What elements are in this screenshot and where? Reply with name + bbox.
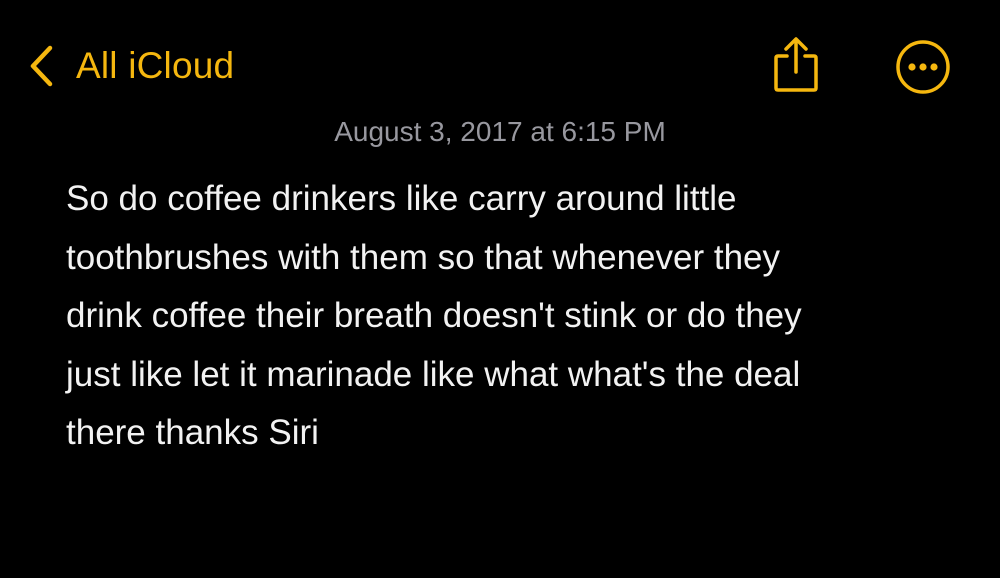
back-button-label: All iCloud bbox=[76, 45, 235, 86]
navigation-bar: All iCloud bbox=[0, 0, 1000, 120]
note-body-text[interactable]: So do coffee drinkers like carry around … bbox=[66, 170, 946, 463]
chevron-left-icon bbox=[30, 45, 53, 87]
share-icon bbox=[774, 37, 818, 92]
more-options-button[interactable] bbox=[894, 38, 952, 96]
back-button[interactable]: All iCloud bbox=[28, 40, 234, 92]
ellipsis-circle-icon bbox=[896, 40, 950, 94]
note-timestamp: August 3, 2017 at 6:15 PM bbox=[334, 116, 666, 147]
share-button[interactable] bbox=[770, 34, 822, 94]
